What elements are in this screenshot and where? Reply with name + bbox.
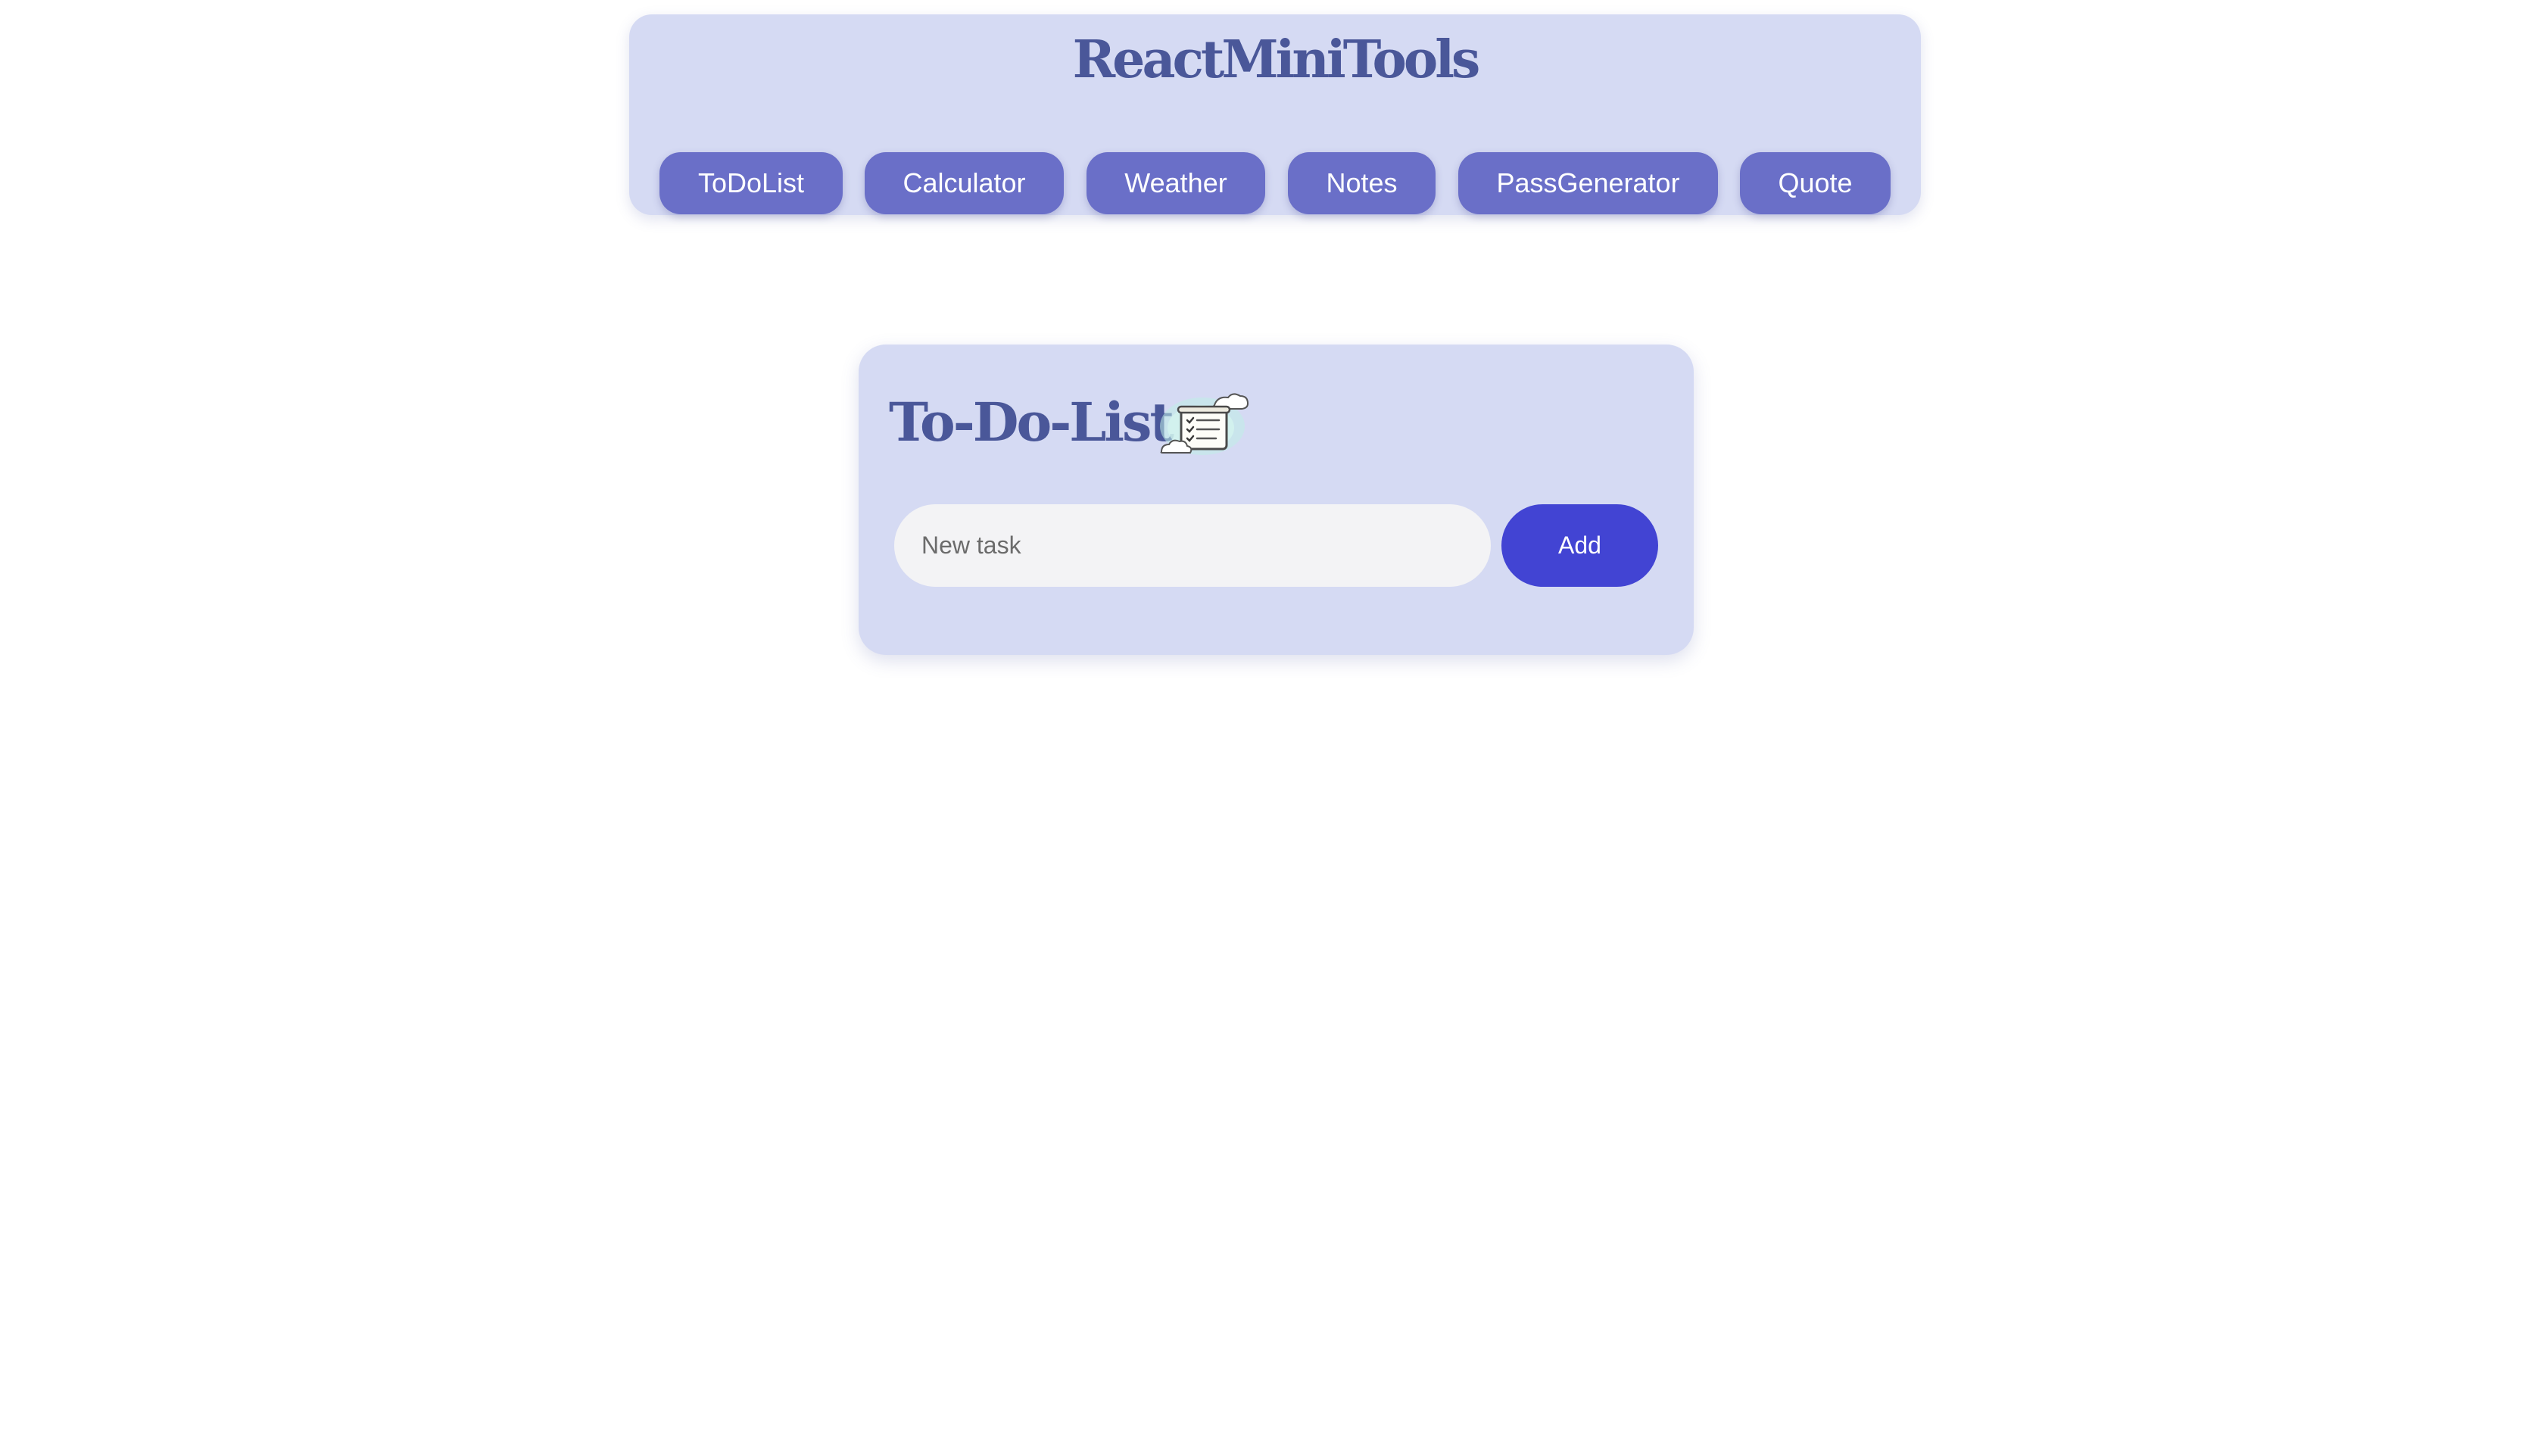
nav-button-weather[interactable]: Weather — [1086, 152, 1265, 214]
app-title: ReactMiniTools — [1072, 30, 1481, 90]
nav-button-quote[interactable]: Quote — [1740, 152, 1891, 214]
checklist-clipboard-icon — [1155, 390, 1249, 460]
todo-card: To-Do-List Add — [859, 345, 1694, 655]
nav-button-calculator[interactable]: Calculator — [865, 152, 1064, 214]
nav-button-todolist[interactable]: ToDoList — [659, 152, 843, 214]
nav-button-notes[interactable]: Notes — [1288, 152, 1436, 214]
new-task-input[interactable] — [894, 504, 1491, 587]
todo-title: To-Do-List — [889, 391, 1174, 454]
tool-nav: ToDoList Calculator Weather Notes PassGe… — [629, 152, 1921, 214]
app-header: ReactMiniTools ToDoList Calculator Weath… — [629, 14, 1921, 215]
nav-button-passgenerator[interactable]: PassGenerator — [1458, 152, 1718, 214]
add-task-button[interactable]: Add — [1501, 504, 1658, 587]
